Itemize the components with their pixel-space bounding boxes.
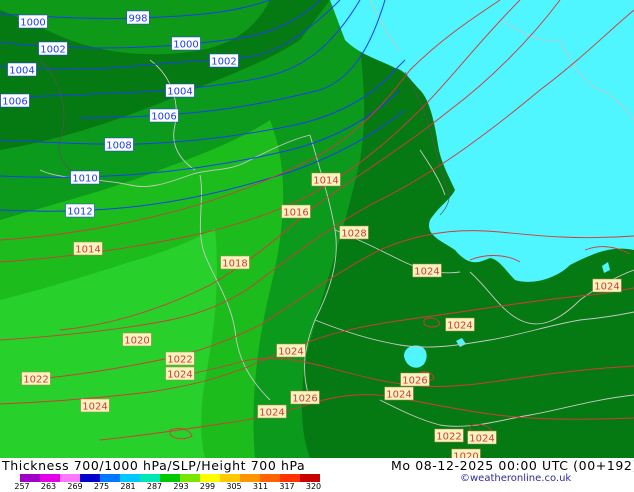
height-label: 1024 [259, 408, 284, 419]
isobar-label: 1010 [72, 174, 97, 185]
isobar-label: 1000 [20, 18, 45, 29]
isobar-label: 1002 [211, 57, 236, 68]
map-footer: Thickness 700/1000 hPa/SLP/Height 700 hP… [0, 458, 634, 492]
thickness-scale-ticks: 257 263 269 275 281 287 293 299 305 311 317 320 [0, 482, 340, 492]
isobar-label: 1008 [106, 141, 131, 152]
scale-swatch [160, 474, 180, 482]
height-label: 1022 [436, 432, 461, 443]
height-label: 1024 [594, 282, 619, 293]
scale-swatch [40, 474, 60, 482]
scale-swatch [300, 474, 320, 482]
isobar-label: 1006 [2, 97, 27, 108]
height-label: 1024 [278, 347, 303, 358]
scale-swatch [200, 474, 220, 482]
height-label: 1022 [167, 355, 192, 366]
thickness-color-scale [20, 474, 320, 482]
isobar-label: 1002 [40, 45, 65, 56]
scale-swatch [180, 474, 200, 482]
scale-swatch [20, 474, 40, 482]
height-label: 1016 [283, 208, 308, 219]
scale-swatch [280, 474, 300, 482]
height-label: 1026 [402, 376, 427, 387]
scale-swatch [100, 474, 120, 482]
height-label: 1024 [469, 434, 494, 445]
height-label: 1022 [23, 375, 48, 386]
scale-swatch [140, 474, 160, 482]
height-label: 1014 [75, 245, 100, 256]
scale-swatch [80, 474, 100, 482]
height-label: 1024 [414, 267, 439, 278]
weather-map: 1000 998 1002 1000 1004 1002 1006 1004 1006 1008 1… [0, 0, 634, 458]
isobar-label: 1004 [167, 87, 192, 98]
scale-swatch [260, 474, 280, 482]
isobar-label: 1000 [173, 40, 198, 51]
weather-map-view: 1000 998 1002 1000 1004 1002 1006 1004 1006 1008 1… [0, 0, 634, 492]
height-label: 1026 [292, 394, 317, 405]
map-title: Thickness 700/1000 hPa/SLP/Height 700 hP… [2, 458, 306, 473]
isobar-label: 1004 [9, 66, 34, 77]
forecast-date: Mo 08-12-2025 00:00 UTC (00+192) [391, 458, 634, 473]
scale-swatch [60, 474, 80, 482]
scale-swatch [120, 474, 140, 482]
isobar-label: 1006 [151, 112, 176, 123]
height-label: 1024 [167, 370, 192, 381]
height-label: 1028 [341, 229, 366, 240]
height-label: 1020 [124, 336, 149, 347]
height-label: 1014 [313, 176, 338, 187]
isobar-label: 1012 [67, 207, 92, 218]
height-label: 1018 [222, 259, 247, 270]
height-label: 1024 [82, 402, 107, 413]
credit-link[interactable]: ©weatheronline.co.uk [460, 473, 571, 484]
scale-swatch [220, 474, 240, 482]
scale-swatch [240, 474, 260, 482]
height-label: 1024 [447, 321, 472, 332]
isobar-label: 998 [128, 14, 147, 25]
height-label: 1024 [386, 390, 411, 401]
